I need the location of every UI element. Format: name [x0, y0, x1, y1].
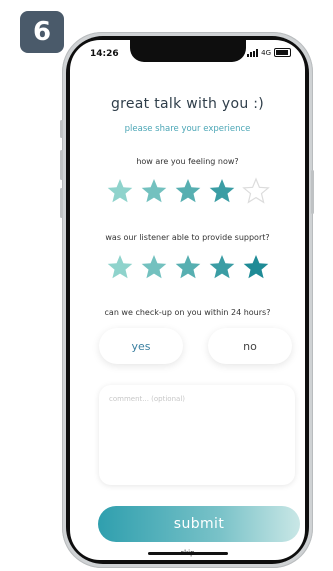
page-subtitle: please share your experience — [124, 124, 251, 134]
status-time: 14:26 — [90, 49, 119, 59]
star-filled-icon[interactable] — [106, 177, 134, 205]
star-filled-icon[interactable] — [106, 253, 134, 281]
phone-side-button — [60, 120, 63, 138]
status-indicators: 4G — [247, 48, 291, 57]
no-button[interactable]: no — [208, 328, 292, 364]
page-title: great talk with you :) — [110, 96, 265, 112]
star-filled-icon[interactable] — [242, 253, 270, 281]
feeling-question: how are you feeling now? — [136, 157, 239, 166]
support-rating — [70, 253, 305, 281]
checkup-question: can we check-up on you within 24 hours? — [104, 308, 271, 317]
yes-button[interactable]: yes — [99, 328, 183, 364]
star-filled-icon[interactable] — [140, 177, 168, 205]
feeling-rating — [70, 177, 305, 205]
support-question: was our listener able to provide support… — [105, 233, 270, 242]
phone-screen: 14:26 4G great talk with you :) please s… — [70, 40, 305, 560]
submit-button[interactable]: submit — [98, 506, 300, 542]
phone-power-button — [311, 170, 314, 214]
phone-notch — [129, 40, 246, 62]
phone-volume-down-button — [60, 188, 63, 218]
phone-volume-up-button — [60, 150, 63, 180]
star-filled-icon[interactable] — [174, 253, 202, 281]
comment-placeholder: comment... (optional) — [109, 395, 185, 403]
signal-icon — [247, 48, 259, 57]
star-filled-icon[interactable] — [140, 253, 168, 281]
star-filled-icon[interactable] — [208, 253, 236, 281]
step-number-badge: 6 — [20, 11, 64, 53]
network-label: 4G — [261, 48, 271, 57]
star-filled-icon[interactable] — [174, 177, 202, 205]
comment-field[interactable]: comment... (optional) — [99, 385, 295, 485]
star-empty-icon[interactable] — [241, 177, 270, 205]
battery-icon — [274, 48, 291, 57]
star-filled-icon[interactable] — [208, 177, 236, 205]
home-indicator — [147, 552, 228, 555]
